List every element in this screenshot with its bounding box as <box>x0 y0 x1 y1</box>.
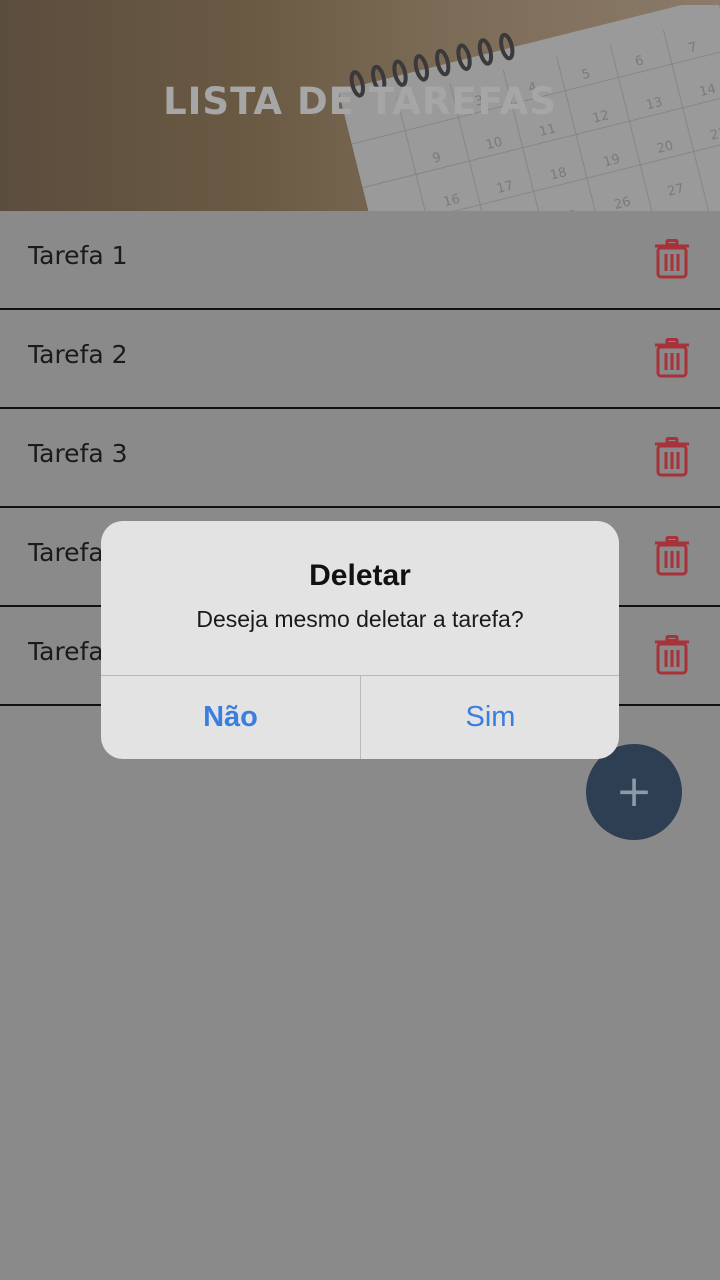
trash-icon[interactable] <box>654 338 690 378</box>
plus-icon: + <box>615 766 653 817</box>
task-row[interactable]: Tarefa 3 <box>0 409 720 508</box>
task-label: Tarefa 1 <box>28 241 128 270</box>
trash-icon[interactable] <box>654 635 690 675</box>
page-title: LISTA DE TAREFAS <box>163 80 557 123</box>
task-label: Tarefa 2 <box>28 340 128 369</box>
trash-icon[interactable] <box>654 239 690 279</box>
dialog-title: Deletar <box>309 559 411 592</box>
header: 34567 91011121314 161718192021 232425262… <box>0 0 720 211</box>
trash-icon[interactable] <box>654 536 690 576</box>
dialog-message: Deseja mesmo deletar a tarefa? <box>196 606 524 632</box>
cancel-button[interactable]: Não <box>101 676 360 759</box>
task-label: Tarefa 3 <box>28 439 128 468</box>
task-row[interactable]: Tarefa 2 <box>0 310 720 409</box>
trash-icon[interactable] <box>654 437 690 477</box>
task-row[interactable]: Tarefa 1 <box>0 211 720 310</box>
confirm-button[interactable]: Sim <box>361 676 619 759</box>
delete-dialog: Deletar Deseja mesmo deletar a tarefa? N… <box>101 521 619 759</box>
